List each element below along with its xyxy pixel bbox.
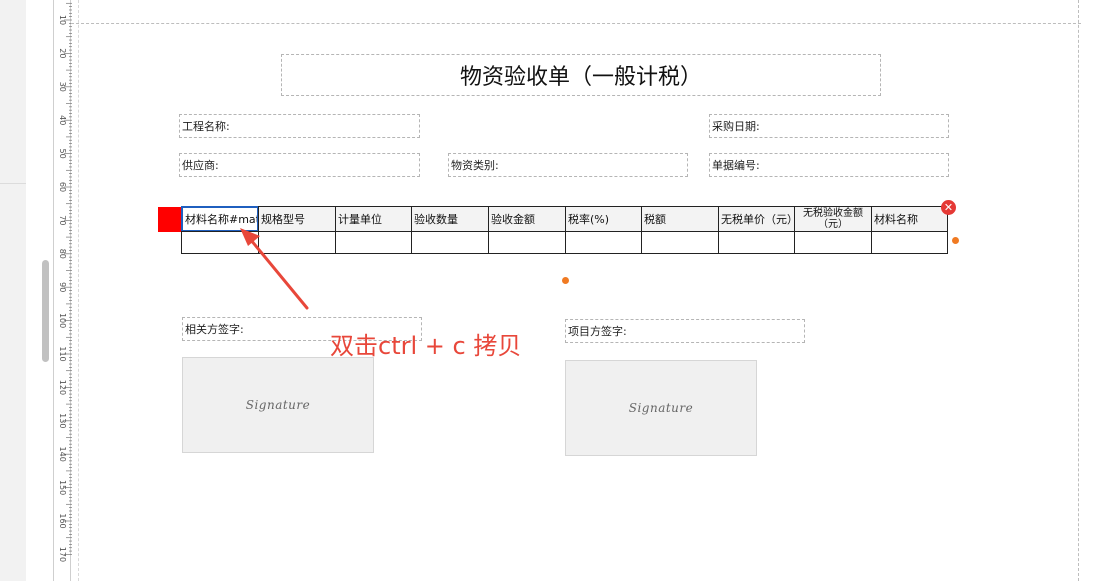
ruler-label: 120	[58, 380, 67, 395]
table-header-cell[interactable]: 计量单位	[335, 206, 412, 232]
ruler-ticks: 10 20 30 40 50 60 70 80 90 100 110 120 130 140 150 160 1…	[58, 2, 72, 562]
form-designer: 10 20 30 40 50 60 70 80 90 100 110 120 130 140 150 160 1…	[0, 0, 1095, 581]
material-category-field[interactable]: 物资类别:	[448, 153, 688, 177]
table-data-cell[interactable]	[871, 231, 948, 254]
table-data-cell[interactable]	[565, 231, 642, 254]
ruler-label: 30	[58, 82, 67, 92]
ruler-label: 110	[58, 346, 67, 361]
table-header-cell[interactable]: 材料名称	[871, 206, 948, 232]
ruler-label: 160	[58, 513, 67, 528]
table-data-cell[interactable]	[488, 231, 566, 254]
annotation-text: 双击ctrl + c 拷贝	[330, 332, 522, 360]
supplier-field[interactable]: 供应商:	[179, 153, 420, 177]
left-panel	[0, 0, 26, 581]
vertical-scrollbar[interactable]	[42, 260, 49, 362]
page-margin-guide-right	[1078, 0, 1079, 581]
table-data-cell[interactable]	[335, 231, 412, 254]
table-header-cell[interactable]: 税额	[641, 206, 719, 232]
ruler-label: 10	[58, 15, 67, 25]
table-data-cell[interactable]	[718, 231, 795, 254]
page-margin-guide-left	[78, 0, 79, 581]
table-data-cell[interactable]	[411, 231, 489, 254]
panel-gap	[26, 0, 49, 581]
table-header-cell[interactable]: 税率(%)	[565, 206, 642, 232]
project-party-signature-field[interactable]: 项目方签字:	[565, 319, 805, 343]
table-header-cell[interactable]: 无税验收金额（元）	[794, 206, 872, 232]
table-header-cell[interactable]: 验收金额	[488, 206, 566, 232]
signature-image-placeholder[interactable]: Signature	[565, 360, 757, 456]
project-name-field[interactable]: 工程名称:	[179, 114, 420, 138]
ruler-label: 80	[58, 249, 67, 259]
ruler-label: 140	[58, 447, 67, 462]
vertical-ruler: 10 20 30 40 50 60 70 80 90 100 110 120 130 140 150 160 1…	[53, 0, 72, 581]
ruler-label: 150	[58, 480, 67, 495]
signature-placeholder-text: Signature	[245, 398, 311, 412]
table-header-cell[interactable]: 验收数量	[411, 206, 489, 232]
ruler-label: 130	[58, 413, 67, 428]
ruler-label: 90	[58, 282, 67, 292]
table-data-cell[interactable]	[641, 231, 719, 254]
document-number-field[interactable]: 单据编号:	[709, 153, 949, 177]
signature-image-placeholder[interactable]: Signature	[182, 357, 374, 453]
signature-placeholder-text: Signature	[628, 401, 694, 415]
purchase-date-field[interactable]: 采购日期:	[709, 114, 949, 138]
resize-handle-dot[interactable]	[562, 277, 569, 284]
ruler-label: 40	[58, 115, 67, 125]
ruler-label: 170	[58, 547, 67, 562]
ruler-label: 100	[58, 313, 67, 328]
form-title[interactable]: 物资验收单（一般计税）	[281, 54, 881, 96]
table-data-cell[interactable]	[794, 231, 872, 254]
ruler-label: 70	[58, 215, 67, 225]
table-drag-handle[interactable]	[158, 207, 182, 232]
page-margin-guide-top	[71, 23, 1081, 24]
ruler-label: 60	[58, 182, 67, 192]
table-header-cell[interactable]: 无税单价（元）	[718, 206, 795, 232]
delete-table-close-icon[interactable]: ✕	[941, 200, 956, 215]
annotation-arrow-icon	[240, 228, 309, 310]
ruler-label: 20	[58, 48, 67, 58]
panel-divider	[0, 183, 26, 184]
ruler-label: 50	[58, 149, 67, 159]
resize-handle-dot[interactable]	[952, 237, 959, 244]
